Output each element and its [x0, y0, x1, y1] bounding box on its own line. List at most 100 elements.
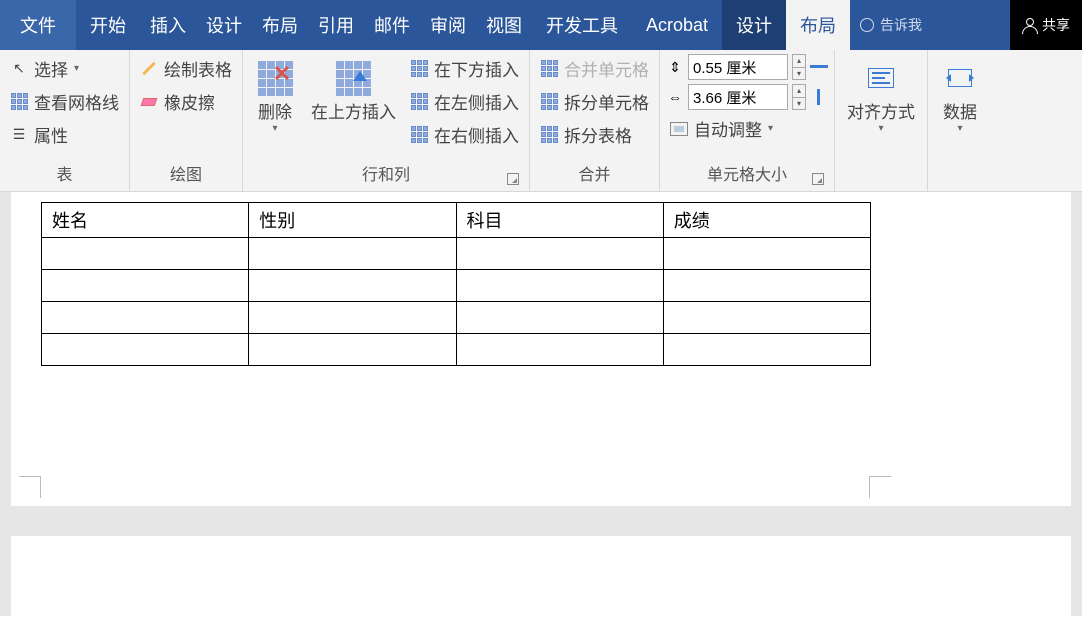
table-cell[interactable]	[456, 302, 663, 334]
distribute-cols-button[interactable]	[810, 88, 828, 106]
tell-me-search[interactable]: 告诉我	[850, 0, 932, 50]
table-row[interactable]	[42, 302, 871, 334]
table-header-cell[interactable]: 成绩	[663, 203, 870, 238]
alignment-icon	[861, 58, 901, 98]
group-label-data	[934, 185, 986, 187]
properties-button[interactable]: ☰ 属性	[6, 120, 123, 149]
table-header-cell[interactable]: 科目	[456, 203, 663, 238]
row-height-icon: ⇕	[666, 58, 684, 76]
person-icon	[1022, 18, 1036, 32]
autofit-icon	[670, 120, 688, 138]
cursor-icon: ↖	[10, 60, 28, 78]
table-cell[interactable]	[42, 238, 249, 270]
table-header-cell[interactable]: 姓名	[42, 203, 249, 238]
select-dropdown[interactable]: ↖ 选择 ▾	[6, 54, 123, 83]
insert-below-icon	[410, 60, 428, 78]
gridlines-icon	[10, 93, 28, 111]
draw-table-button[interactable]: 绘制表格	[136, 54, 236, 83]
tab-table-layout[interactable]: 布局	[786, 0, 850, 50]
table-cell[interactable]	[663, 302, 870, 334]
page-corner-bl	[19, 476, 41, 498]
col-width-icon: ⇔	[666, 88, 684, 106]
rows-cols-dialog-launcher[interactable]	[507, 173, 519, 185]
table-row[interactable]	[42, 334, 871, 366]
table-cell[interactable]	[663, 334, 870, 366]
group-label-table: 表	[6, 161, 123, 187]
data-dropdown[interactable]: 数据 ▾	[934, 54, 986, 138]
table-row[interactable]	[42, 270, 871, 302]
tab-home[interactable]: 开始	[76, 0, 140, 50]
tab-acrobat[interactable]: Acrobat	[632, 0, 722, 50]
ribbon-group-draw: 绘制表格 橡皮擦 绘图	[130, 50, 243, 191]
ribbon-group-cell-size: ⇕ ▴▾ ⇔ ▴▾ 自动调整	[660, 50, 835, 191]
row-height-spinner[interactable]: ▴▾	[792, 54, 806, 80]
properties-icon: ☰	[10, 126, 28, 144]
table-row[interactable]: 姓名 性别 科目 成绩	[42, 203, 871, 238]
table-header-cell[interactable]: 性别	[249, 203, 456, 238]
tab-file[interactable]: 文件	[0, 0, 76, 50]
table-cell[interactable]	[42, 334, 249, 366]
share-button[interactable]: 共享	[1010, 0, 1082, 50]
titlebar: 文件 开始 插入 设计 布局 引用 邮件 审阅 视图 开发工具 Acrobat …	[0, 0, 1082, 50]
page-corner-br	[869, 476, 891, 498]
tab-references[interactable]: 引用	[308, 0, 364, 50]
eraser-button[interactable]: 橡皮擦	[136, 87, 236, 116]
insert-left-button[interactable]: 在左侧插入	[406, 87, 523, 116]
group-label-alignment	[841, 185, 921, 187]
tab-mailings[interactable]: 邮件	[364, 0, 420, 50]
split-cells-button[interactable]: 拆分单元格	[536, 87, 653, 116]
table-cell[interactable]	[456, 270, 663, 302]
table-row[interactable]	[42, 238, 871, 270]
row-height-input[interactable]	[688, 54, 788, 80]
merge-icon	[540, 60, 558, 78]
page-2[interactable]	[11, 536, 1071, 616]
table-cell[interactable]	[663, 238, 870, 270]
group-label-cell-size: 单元格大小	[666, 161, 828, 187]
insert-above-button[interactable]: 在上方插入	[305, 54, 402, 127]
tab-design[interactable]: 设计	[196, 0, 252, 50]
table-cell[interactable]	[42, 270, 249, 302]
table-cell[interactable]	[249, 334, 456, 366]
delete-dropdown[interactable]: ✕ 删除 ▾	[249, 54, 301, 138]
group-label-merge: 合并	[536, 161, 653, 187]
delete-icon: ✕	[255, 58, 295, 98]
tab-review[interactable]: 审阅	[420, 0, 476, 50]
ribbon-group-data: 数据 ▾	[928, 50, 992, 191]
table-cell[interactable]	[249, 302, 456, 334]
distribute-rows-button[interactable]	[810, 58, 828, 76]
tab-insert[interactable]: 插入	[140, 0, 196, 50]
cell-size-dialog-launcher[interactable]	[812, 173, 824, 185]
insert-above-icon	[334, 58, 374, 98]
table-cell[interactable]	[456, 334, 663, 366]
group-label-rows-cols: 行和列	[249, 161, 523, 187]
table-cell[interactable]	[249, 238, 456, 270]
page-1[interactable]: 姓名 性别 科目 成绩	[11, 192, 1071, 506]
document-table[interactable]: 姓名 性别 科目 成绩	[41, 202, 871, 366]
col-width-input[interactable]	[688, 84, 788, 110]
split-table-icon	[540, 126, 558, 144]
view-gridlines-button[interactable]: 查看网格线	[6, 87, 123, 116]
insert-below-button[interactable]: 在下方插入	[406, 54, 523, 83]
ribbon-group-merge: 合并单元格 拆分单元格 拆分表格 合并	[530, 50, 660, 191]
tab-view[interactable]: 视图	[476, 0, 532, 50]
col-width-spinner[interactable]: ▴▾	[792, 84, 806, 110]
tab-developer[interactable]: 开发工具	[532, 0, 632, 50]
alignment-dropdown[interactable]: 对齐方式 ▾	[841, 54, 921, 138]
insert-left-icon	[410, 93, 428, 111]
autofit-dropdown[interactable]: 自动调整 ▾	[666, 114, 828, 143]
table-cell[interactable]	[663, 270, 870, 302]
data-icon	[940, 58, 980, 98]
tab-table-design[interactable]: 设计	[722, 0, 786, 50]
ribbon-group-table: ↖ 选择 ▾ 查看网格线 ☰ 属性 表	[0, 50, 130, 191]
document-area: 姓名 性别 科目 成绩	[0, 192, 1082, 616]
insert-right-icon	[410, 126, 428, 144]
ribbon: ↖ 选择 ▾ 查看网格线 ☰ 属性 表 绘制表格	[0, 50, 1082, 192]
table-cell[interactable]	[456, 238, 663, 270]
table-cell[interactable]	[249, 270, 456, 302]
lightbulb-icon	[860, 18, 874, 32]
insert-right-button[interactable]: 在右侧插入	[406, 120, 523, 149]
page-gap	[10, 506, 1072, 536]
tab-layout[interactable]: 布局	[252, 0, 308, 50]
split-table-button[interactable]: 拆分表格	[536, 120, 653, 149]
table-cell[interactable]	[42, 302, 249, 334]
